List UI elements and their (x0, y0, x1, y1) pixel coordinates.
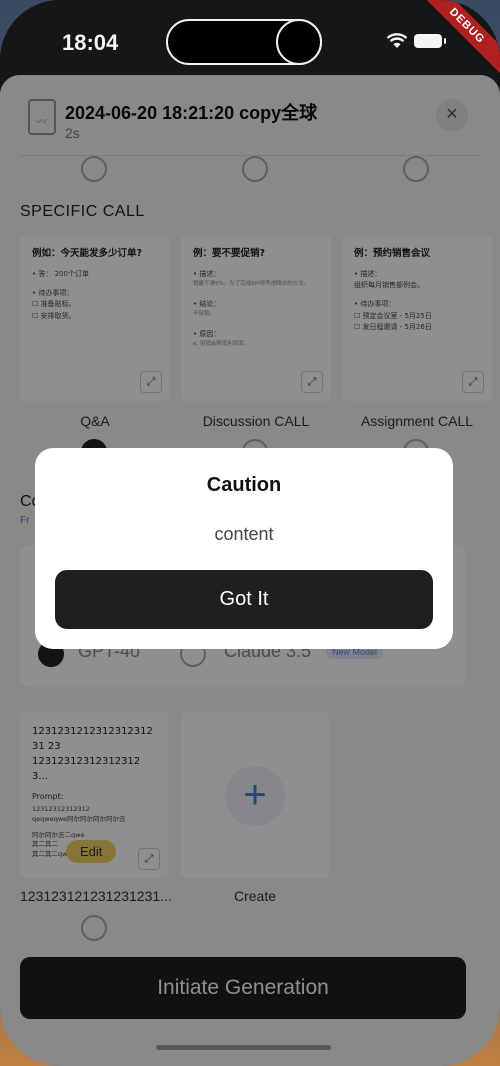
dialog-title: Caution (206, 474, 282, 496)
got-it-button[interactable]: Got It (55, 570, 433, 629)
phone-frame: 18:04 〰 2024-06-20 18:21:20 copy全球 2s ✕ … (0, 0, 500, 1066)
battery-icon (414, 34, 446, 48)
status-icons (386, 33, 446, 49)
dialog-content: content (214, 524, 274, 544)
status-bar: 18:04 (0, 0, 500, 75)
wifi-icon (386, 33, 408, 48)
status-time: 18:04 (62, 30, 119, 55)
camera-icon (276, 19, 322, 65)
caution-dialog: Caution content Got It (35, 448, 453, 649)
